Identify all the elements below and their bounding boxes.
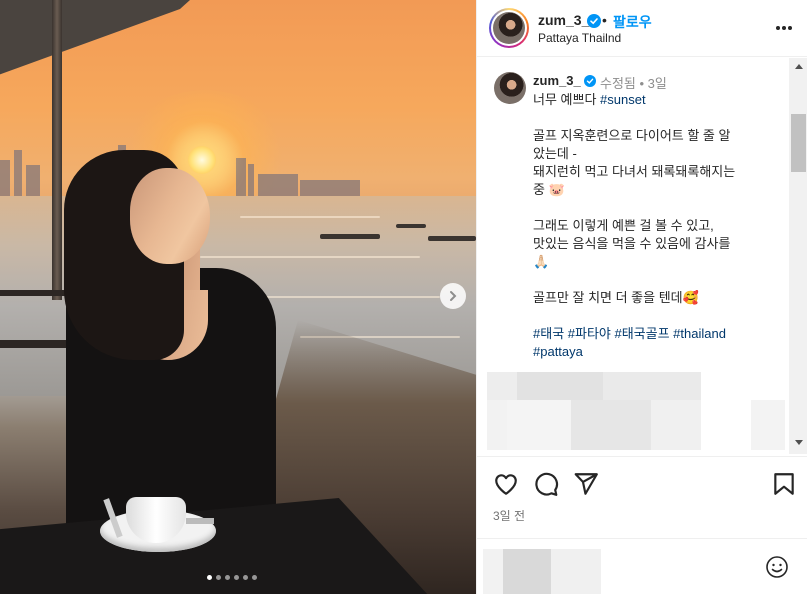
blurred-text [651, 400, 701, 450]
fork [186, 518, 214, 524]
blurred-avatar [487, 372, 517, 400]
comments-scrollbar[interactable] [789, 58, 807, 454]
carousel-dot[interactable] [225, 575, 230, 580]
avatar[interactable] [489, 8, 529, 48]
caption-username[interactable]: zum_3_ [533, 73, 581, 88]
hashtag-link[interactable]: #sunset [600, 92, 646, 107]
caption-line: 너무 예쁘다 #sunset [533, 91, 773, 109]
add-comment-bar[interactable] [477, 538, 807, 594]
chevron-right-icon [450, 291, 457, 301]
bookmark-icon[interactable] [771, 471, 797, 497]
woman-face [130, 168, 210, 264]
post-timestamp: 3일 전 [493, 509, 526, 523]
caption-line: 그래도 이렇게 예쁜 걸 볼 수 있고, [533, 217, 773, 235]
caption-line: #pattaya [533, 343, 773, 361]
verified-badge-icon [587, 14, 601, 28]
caption-line-text: 그래도 이렇게 예쁜 걸 볼 수 있고, [533, 218, 714, 233]
blurred-area [551, 549, 601, 594]
caption-line-text: 🙏🏻 [533, 254, 550, 269]
hashtag-link[interactable]: #태국 #파타야 #태국골프 #thailand [533, 326, 726, 341]
caption-line [533, 109, 773, 127]
post-header: zum_3_ • 팔로우 Pattaya Thailnd [477, 0, 807, 57]
follow-button[interactable]: 팔로우 [613, 12, 652, 32]
carousel-dot[interactable] [243, 575, 248, 580]
blurred-area [503, 549, 551, 594]
heart-outline-icon[interactable] [493, 471, 519, 497]
more-dot-icon [788, 26, 792, 30]
username-link[interactable]: zum_3_ [538, 12, 589, 28]
caption-avatar[interactable] [494, 72, 526, 104]
edited-timestamp: 수정됨 • 3일 [600, 76, 667, 91]
caption-text: 너무 예쁘다 #sunset 골프 지옥훈련으로 다이어트 할 줄 알았는데 - 돼… [533, 91, 773, 361]
blurred-text [571, 400, 651, 450]
caption-line: #태국 #파타야 #태국골프 #thailand [533, 325, 773, 343]
caption-line [533, 307, 773, 325]
caption-line-text: 중 🐷 [533, 182, 565, 197]
location-link[interactable]: Pattaya Thailnd [538, 31, 621, 45]
carousel-indicator [207, 575, 257, 580]
blurred-text [507, 400, 571, 450]
caption-line-text: 너무 예쁘다 [533, 92, 601, 107]
more-dot-icon [776, 26, 780, 30]
railing [0, 290, 70, 296]
caption-line: 🙏🏻 [533, 253, 773, 271]
caption-line: 았는데 - [533, 145, 773, 163]
blurred-area [483, 549, 503, 594]
caption-line-text: 았는데 - [533, 146, 577, 161]
caption-line [533, 271, 773, 289]
caption-line-text: 골프 지옥훈련으로 다이어트 할 줄 알 [533, 128, 731, 143]
caption-line: 돼지런히 먹고 다녀서 돼록돼록해지는 [533, 163, 773, 181]
post-sidebar: zum_3_ • 팔로우 Pattaya Thailnd zum_3_ 수정됨 … [476, 0, 807, 594]
sun [188, 146, 216, 174]
caption-line: 중 🐷 [533, 181, 773, 199]
caption-line: 골프만 잘 치면 더 좋을 텐데🥰 [533, 289, 773, 307]
hashtag-link[interactable]: #pattaya [533, 344, 583, 359]
carousel-dot[interactable] [216, 575, 221, 580]
carousel-dot[interactable] [252, 575, 257, 580]
blurred-text [517, 372, 603, 400]
separator-dot: • [602, 12, 607, 28]
scroll-down-arrow-icon[interactable] [795, 440, 803, 445]
blurred-avatar [487, 400, 507, 450]
blurred-text [751, 400, 785, 450]
caption-line-text: 돼지런히 먹고 다녀서 돼록돼록해지는 [533, 164, 736, 179]
more-options-button[interactable] [773, 18, 795, 38]
speech-bubble-icon[interactable] [533, 471, 559, 497]
caption-line [533, 199, 773, 217]
action-bar [477, 456, 807, 508]
paper-plane-icon[interactable] [573, 471, 599, 497]
caption-line: 맛있는 음식을 먹을 수 있음에 감사를 [533, 235, 773, 253]
emoji-icon[interactable] [765, 555, 789, 579]
comments-section[interactable]: zum_3_ 수정됨 • 3일 너무 예쁘다 #sunset 골프 지옥훈련으로 … [477, 58, 807, 454]
carousel-dot[interactable] [207, 575, 212, 580]
caption-line: 골프 지옥훈련으로 다이어트 할 줄 알 [533, 127, 773, 145]
caption-line-text: 맛있는 음식을 먹을 수 있음에 감사를 [533, 236, 731, 251]
scroll-up-arrow-icon[interactable] [795, 64, 803, 69]
blurred-text [603, 372, 701, 400]
carousel-dot[interactable] [234, 575, 239, 580]
table-left [0, 340, 70, 348]
more-dot-icon [782, 26, 786, 30]
scrollbar-thumb[interactable] [791, 114, 806, 172]
caption-line-text: 골프만 잘 치면 더 좋을 텐데🥰 [533, 290, 699, 305]
awning-pole [52, 0, 62, 300]
verified-badge-icon [584, 75, 596, 87]
instagram-post-modal: zum_3_ • 팔로우 Pattaya Thailnd zum_3_ 수정됨 … [0, 0, 807, 594]
post-photo[interactable] [0, 0, 476, 594]
next-photo-button[interactable] [440, 283, 466, 309]
